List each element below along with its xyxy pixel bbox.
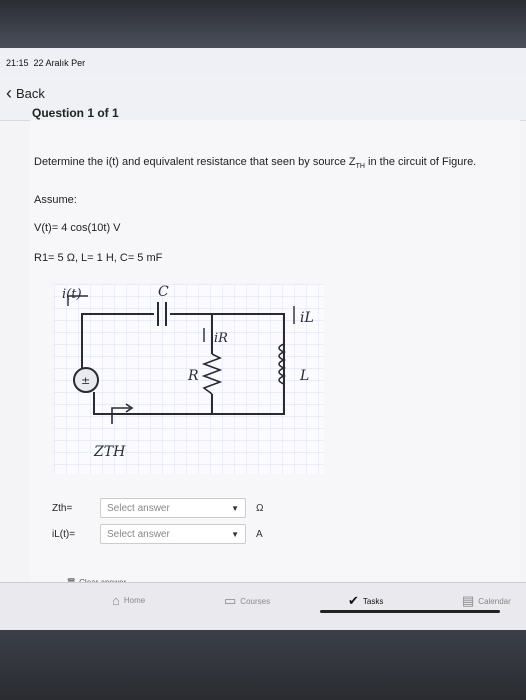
label-l: L (299, 368, 309, 384)
prompt-text: Determine the i(t) and equivalent resist… (34, 156, 356, 168)
component-values: R1= 5 Ω, L= 1 H, C= 5 mF (34, 252, 163, 264)
answer-select-zth[interactable]: Select answer ▼ (100, 498, 246, 518)
status-time: 21:15 (6, 58, 29, 68)
home-icon: ⌂ (112, 593, 120, 608)
voltage-source-symbol: ± (73, 367, 99, 393)
chevron-down-icon: ▼ (231, 503, 239, 513)
answer-unit: Ω (256, 502, 264, 514)
answer-row-zth: Zth= Select answer ▼ Ω (52, 498, 263, 518)
tab-courses[interactable]: ▭ Courses (224, 593, 270, 609)
answer-label: Zth= (52, 502, 73, 514)
courses-icon: ▭ (224, 593, 237, 608)
source-voltage: V(t)= 4 cos(10t) V (34, 222, 121, 234)
tab-label: Courses (240, 596, 271, 606)
chevron-down-icon: ▼ (231, 529, 239, 539)
label-zth: ZTH (93, 444, 126, 460)
svg-text:±: ± (81, 374, 90, 387)
tab-home[interactable]: ⌂ Home (112, 593, 145, 608)
device-bezel-bottom (0, 630, 526, 700)
label-ir: iR (214, 331, 228, 346)
back-label: Back (16, 85, 45, 101)
tab-bar: ⌂ Home ▭ Courses ✔ Tasks ▤ Calendar (0, 582, 526, 631)
question-header: Question 1 of 1 (32, 106, 119, 120)
back-button[interactable]: ‹ Back (6, 84, 45, 102)
circuit-figure: ± i(t) C iR iL R L ZTH (54, 284, 324, 474)
tab-label: Calendar (478, 596, 511, 606)
label-il: iL (300, 310, 314, 326)
check-icon: ✔ (348, 593, 359, 608)
label-c: C (158, 284, 169, 300)
label-i: i(t) (62, 287, 82, 302)
question-prompt: Determine the i(t) and equivalent resist… (34, 156, 476, 170)
prompt-text-end: in the circuit of Figure. (364, 156, 477, 168)
status-date: 22 Aralık Per (33, 58, 86, 68)
select-placeholder: Select answer (107, 528, 170, 540)
calendar-icon: ▤ (462, 593, 475, 608)
tab-calendar[interactable]: ▤ Calendar (462, 593, 511, 609)
tab-tasks[interactable]: ✔ Tasks (348, 593, 383, 609)
assume-label: Assume: (34, 194, 77, 206)
status-bar: 21:15 22 Aralık Per (0, 48, 526, 76)
answer-row-il: iL(t)= Select answer ▼ A (52, 524, 263, 544)
select-placeholder: Select answer (107, 502, 170, 514)
prompt-subscript: TH (355, 163, 365, 171)
tab-label: Home (123, 596, 146, 605)
chevron-left-icon: ‹ (6, 83, 12, 103)
home-indicator (320, 610, 500, 613)
device-bezel-top (0, 0, 526, 48)
tab-label: Tasks (362, 596, 384, 606)
answer-unit: A (256, 528, 263, 540)
status-time-date: 21:15 22 Aralık Per (6, 58, 85, 68)
answer-label: iL(t)= (52, 528, 76, 540)
label-r: R (187, 368, 199, 384)
answer-select-il[interactable]: Select answer ▼ (100, 524, 246, 544)
